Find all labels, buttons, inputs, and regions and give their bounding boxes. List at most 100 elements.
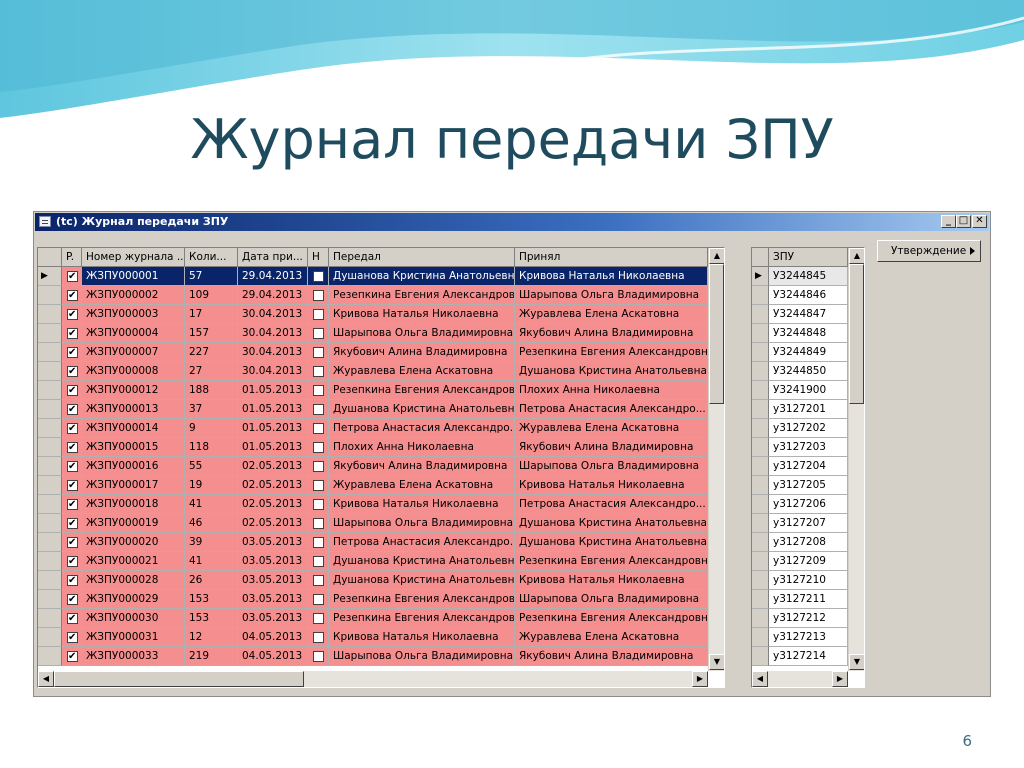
row-indicator[interactable] [38, 305, 62, 324]
table-row[interactable]: ЖЗПУ0000031730.04.2013 Кривова Наталья Ни… [38, 305, 708, 324]
row-approved-cell[interactable] [62, 628, 82, 647]
n-checkbox[interactable] [313, 404, 324, 415]
table-row[interactable]: ЖЗПУ0000184102.05.2013 Кривова Наталья Ни… [38, 495, 708, 514]
approved-checkbox[interactable] [67, 420, 78, 437]
table-row[interactable]: ЖЗПУ000014901.05.2013 Петрова Анастасия А… [38, 419, 708, 438]
row-indicator[interactable] [38, 552, 62, 571]
row-n-cell[interactable] [308, 609, 329, 628]
zpu-row-indicator[interactable] [752, 571, 769, 590]
row-approved-cell[interactable] [62, 590, 82, 609]
row-indicator[interactable] [38, 381, 62, 400]
zpu-row-indicator[interactable]: ▶ [752, 267, 769, 286]
row-approved-cell[interactable] [62, 533, 82, 552]
approved-checkbox[interactable] [67, 591, 78, 608]
zpu-row[interactable]: У3244850 [752, 362, 848, 381]
approved-checkbox[interactable] [67, 648, 78, 665]
zpu-row[interactable]: у3127202 [752, 419, 848, 438]
row-indicator[interactable] [38, 628, 62, 647]
approved-checkbox[interactable] [67, 439, 78, 456]
column-header[interactable]: Коли... [185, 248, 238, 267]
approve-button[interactable]: Утверждение [877, 240, 981, 262]
row-approved-cell[interactable] [62, 343, 82, 362]
approved-checkbox[interactable] [67, 629, 78, 646]
table-row[interactable]: ЖЗПУ0000203903.05.2013 Петрова Анастасия … [38, 533, 708, 552]
row-n-cell[interactable] [308, 400, 329, 419]
row-n-cell[interactable] [308, 438, 329, 457]
table-row[interactable]: ЖЗПУ0000311204.05.2013 Кривова Наталья Ни… [38, 628, 708, 647]
table-row[interactable]: ЖЗПУ00000415730.04.2013 Шарыпова Ольга Вл… [38, 324, 708, 343]
n-checkbox[interactable] [313, 328, 324, 339]
journal-vscroll-thumb[interactable] [709, 264, 724, 404]
row-indicator[interactable] [38, 647, 62, 666]
row-approved-cell[interactable] [62, 324, 82, 343]
n-checkbox[interactable] [313, 290, 324, 301]
minimize-button[interactable]: _ [941, 215, 956, 228]
row-n-cell[interactable] [308, 457, 329, 476]
row-indicator[interactable]: ▶ [38, 267, 62, 286]
row-approved-cell[interactable] [62, 609, 82, 628]
column-header[interactable]: Принял [515, 248, 708, 267]
zpu-row-indicator[interactable] [752, 590, 769, 609]
zpu-grid[interactable]: ЗПУ ▶ У3244845 У3244846 У3244847 У3244848 У324… [751, 247, 865, 688]
zpu-row[interactable]: у3127208 [752, 533, 848, 552]
row-indicator[interactable] [38, 324, 62, 343]
approved-checkbox[interactable] [67, 306, 78, 323]
table-row[interactable]: ЖЗПУ00000210929.04.2013 Резепкина Евгения… [38, 286, 708, 305]
journal-horizontal-scrollbar[interactable]: ◀ ▶ [38, 671, 708, 687]
row-indicator[interactable] [38, 609, 62, 628]
approved-checkbox[interactable] [67, 268, 78, 285]
arrow-up-icon[interactable]: ▲ [709, 248, 724, 264]
row-indicator[interactable] [38, 495, 62, 514]
zpu-row[interactable]: у3127205 [752, 476, 848, 495]
n-checkbox[interactable] [313, 347, 324, 358]
zpu-row[interactable]: у3127209 [752, 552, 848, 571]
zpu-row-indicator[interactable] [752, 438, 769, 457]
column-header[interactable]: Дата при... [238, 248, 308, 267]
approved-checkbox[interactable] [67, 496, 78, 513]
table-row[interactable]: ЖЗПУ0000171902.05.2013 Журавлева Елена Ас… [38, 476, 708, 495]
column-header[interactable]: Н [308, 248, 329, 267]
row-approved-cell[interactable] [62, 552, 82, 571]
close-button[interactable]: ✕ [972, 215, 987, 228]
n-checkbox[interactable] [313, 442, 324, 453]
zpu-row-indicator[interactable] [752, 628, 769, 647]
table-row[interactable]: ЖЗПУ00003015303.05.2013 Резепкина Евгения… [38, 609, 708, 628]
approved-checkbox[interactable] [67, 572, 78, 589]
row-n-cell[interactable] [308, 324, 329, 343]
row-indicator[interactable] [38, 457, 62, 476]
row-approved-cell[interactable] [62, 267, 82, 286]
row-indicator[interactable] [38, 533, 62, 552]
zpu-row[interactable]: у3127214 [752, 647, 848, 666]
row-approved-cell[interactable] [62, 381, 82, 400]
row-n-cell[interactable] [308, 533, 329, 552]
maximize-button[interactable]: □ [956, 215, 971, 228]
approved-checkbox[interactable] [67, 553, 78, 570]
approved-checkbox[interactable] [67, 363, 78, 380]
arrow-left-icon[interactable]: ◀ [752, 671, 768, 687]
row-n-cell[interactable] [308, 362, 329, 381]
n-checkbox[interactable] [313, 651, 324, 662]
approved-checkbox[interactable] [67, 458, 78, 475]
row-n-cell[interactable] [308, 305, 329, 324]
zpu-row-indicator[interactable] [752, 552, 769, 571]
approved-checkbox[interactable] [67, 401, 78, 418]
arrow-right-icon[interactable]: ▶ [832, 671, 848, 687]
row-indicator[interactable] [38, 590, 62, 609]
row-approved-cell[interactable] [62, 514, 82, 533]
zpu-row[interactable]: у3127210 [752, 571, 848, 590]
row-n-cell[interactable] [308, 647, 329, 666]
row-indicator[interactable] [38, 476, 62, 495]
zpu-column-header[interactable]: ЗПУ [769, 248, 848, 267]
arrow-down-icon[interactable]: ▼ [709, 654, 724, 670]
n-checkbox[interactable] [313, 575, 324, 586]
row-approved-cell[interactable] [62, 476, 82, 495]
arrow-down-icon[interactable]: ▼ [849, 654, 864, 670]
zpu-row[interactable]: у3127211 [752, 590, 848, 609]
row-indicator[interactable] [38, 286, 62, 305]
table-row[interactable]: ЖЗПУ00001511801.05.2013 Плохих Анна Никол… [38, 438, 708, 457]
n-checkbox[interactable] [313, 518, 324, 529]
row-approved-cell[interactable] [62, 286, 82, 305]
row-approved-cell[interactable] [62, 419, 82, 438]
zpu-row[interactable]: у3127203 [752, 438, 848, 457]
zpu-row[interactable]: у3127201 [752, 400, 848, 419]
